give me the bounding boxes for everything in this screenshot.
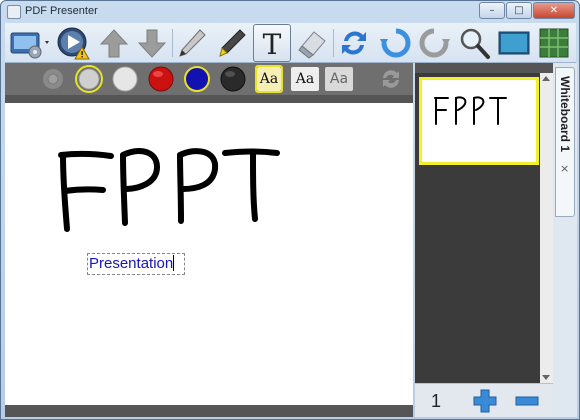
- scroll-down-icon[interactable]: [542, 375, 550, 380]
- screen-settings-button[interactable]: [7, 24, 53, 62]
- window-title: PDF Presenter: [25, 5, 98, 17]
- undo-icon: [380, 28, 411, 58]
- grid-icon: [539, 28, 569, 58]
- color-red-button[interactable]: [147, 65, 175, 93]
- font-sample: Aa: [325, 67, 353, 91]
- canvas-top-border: [5, 95, 413, 103]
- tab-label: Whiteboard 1: [558, 76, 572, 153]
- svg-text:T: T: [263, 28, 282, 59]
- screen-icon: [498, 31, 530, 55]
- color-swatch-icon: [184, 66, 210, 92]
- sync-icon: [342, 31, 366, 55]
- thumbnail-drawing: [434, 96, 507, 125]
- color-swatch-icon: [148, 66, 174, 92]
- title-bar[interactable]: PDF Presenter – □ ✕: [1, 1, 579, 23]
- thumbnail-panel: [415, 63, 553, 383]
- font-sample: Aa: [291, 67, 319, 91]
- close-button[interactable]: ✕: [533, 2, 575, 19]
- font-style-3-button[interactable]: Aa: [325, 65, 353, 93]
- page-number: 1: [431, 391, 442, 411]
- redo-icon: [419, 28, 450, 58]
- main-toolbar: T: [5, 23, 576, 63]
- page-controls: 1: [415, 383, 553, 417]
- eraser-button[interactable]: [293, 24, 331, 62]
- color-blue-button[interactable]: [183, 65, 211, 93]
- plus-icon: [473, 389, 497, 413]
- pen-icon: [179, 29, 206, 57]
- text-caret: [173, 255, 175, 271]
- eraser-icon: [298, 31, 326, 59]
- color-black-button[interactable]: [219, 65, 247, 93]
- highlighter-button[interactable]: [213, 24, 251, 62]
- canvas-bottom-border: [5, 405, 413, 417]
- previous-page-button[interactable]: [95, 24, 133, 62]
- color-silver-button[interactable]: [75, 65, 103, 93]
- font-style-1-button[interactable]: Aa: [255, 65, 283, 93]
- color-light-button[interactable]: [39, 65, 67, 93]
- minus-icon: [515, 396, 539, 406]
- page-thumbnail[interactable]: [419, 77, 539, 165]
- minimize-button[interactable]: –: [479, 2, 505, 19]
- highlighter-icon: [219, 29, 246, 57]
- sync-button[interactable]: [335, 24, 373, 62]
- remove-page-button[interactable]: [513, 387, 541, 415]
- color-swatch-icon: [112, 66, 138, 92]
- refresh-icon: [383, 70, 399, 88]
- app-icon: [7, 5, 21, 19]
- tab-close-icon[interactable]: ×: [560, 162, 569, 175]
- tab-strip: Whiteboard 1 ×: [553, 63, 577, 417]
- screen-button[interactable]: [495, 24, 533, 62]
- arrow-down-icon: [137, 29, 167, 58]
- color-swatch-icon: [220, 66, 246, 92]
- refresh-button[interactable]: [377, 65, 405, 93]
- arrow-up-icon: [99, 29, 129, 58]
- maximize-button[interactable]: □: [506, 2, 532, 19]
- play-button[interactable]: [55, 24, 93, 62]
- next-page-button[interactable]: [133, 24, 171, 62]
- tab-whiteboard-1[interactable]: Whiteboard 1 ×: [555, 67, 575, 217]
- text-annotation-input[interactable]: Presentation: [87, 253, 185, 275]
- color-swatch-icon: [43, 69, 63, 89]
- font-style-2-button[interactable]: Aa: [291, 65, 319, 93]
- thumbnail-scrollbar[interactable]: [540, 73, 553, 383]
- scroll-up-icon[interactable]: [542, 76, 550, 81]
- screen-settings-icon: [10, 32, 49, 59]
- text-tool-icon: T: [263, 28, 282, 59]
- whiteboard-canvas[interactable]: Presentation: [5, 103, 413, 405]
- color-white-button[interactable]: [111, 65, 139, 93]
- text-tool-button[interactable]: T: [253, 24, 291, 62]
- grid-button[interactable]: [535, 24, 573, 62]
- handwriting-drawing: [58, 148, 280, 232]
- font-sample: Aa: [257, 67, 281, 91]
- undo-button[interactable]: [377, 24, 415, 62]
- play-warning-icon: [57, 27, 90, 60]
- zoom-button[interactable]: [455, 24, 493, 62]
- add-page-button[interactable]: [471, 387, 499, 415]
- style-toolbar: Aa Aa Aa: [5, 63, 413, 95]
- app-window: PDF Presenter – □ ✕ T Aa Aa Aa Presentat…: [0, 0, 580, 420]
- color-swatch-icon: [78, 68, 100, 90]
- redo-button[interactable]: [415, 24, 453, 62]
- zoom-icon: [460, 28, 490, 59]
- pen-button[interactable]: [173, 24, 211, 62]
